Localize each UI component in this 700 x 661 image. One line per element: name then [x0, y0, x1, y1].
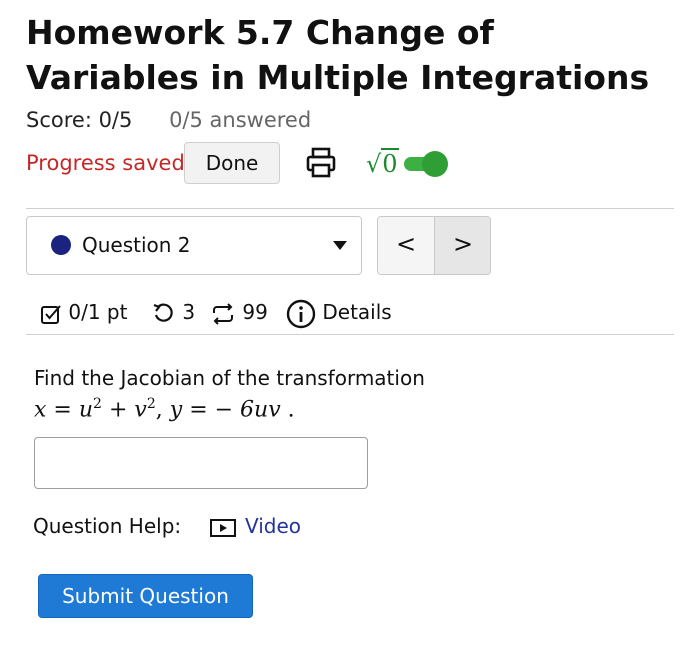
done-button[interactable]: Done [184, 142, 280, 184]
checkbox-edit-icon [40, 300, 68, 324]
details-button[interactable]: Details [286, 292, 392, 332]
answered-count: 0/5 answered [169, 108, 312, 132]
question-help: Question Help: Video [33, 514, 301, 538]
divider [26, 334, 674, 335]
info-icon [286, 299, 322, 328]
toggle-knob [422, 151, 448, 177]
next-question-button[interactable]: > [435, 217, 490, 274]
question-select[interactable]: Question 2 [26, 216, 362, 275]
progress-status: Progress saved [26, 151, 185, 175]
sqrt-icon: √0 [366, 148, 399, 178]
points-text: 0/1 pt [68, 300, 128, 324]
question-select-label: Question 2 [82, 233, 191, 257]
points-item: 0/1 pt [40, 292, 127, 332]
page-title: Homework 5.7 Change of Variables in Mult… [26, 13, 650, 97]
printer-icon[interactable] [304, 146, 338, 180]
divider [26, 208, 674, 209]
attempts-item: 99 [210, 292, 268, 332]
submit-question-button[interactable]: Submit Question [38, 574, 253, 618]
video-link[interactable]: Video [245, 514, 301, 538]
math-display-toggle[interactable]: √0 [366, 148, 456, 182]
transformation-equation: x = u2 + v2, y = − 6uv . [34, 396, 295, 423]
progress-toolbar: Progress saved Done √0 [26, 142, 466, 186]
answer-input[interactable] [34, 437, 368, 489]
score-row: Score: 0/5 0/5 answered [26, 108, 311, 132]
help-label: Question Help: [33, 514, 182, 538]
attempts-count: 99 [242, 300, 268, 324]
previous-question-button[interactable]: < [378, 217, 435, 274]
retries-item: 3 [152, 292, 195, 332]
repeat-icon [210, 300, 242, 325]
question-nav-group: < > [377, 216, 491, 275]
undo-icon [152, 300, 182, 324]
retries-count: 3 [182, 300, 196, 324]
question-prompt: Find the Jacobian of the transformation [34, 366, 425, 390]
details-label: Details [322, 300, 392, 324]
video-play-icon[interactable] [210, 517, 238, 544]
score-text: Score: 0/5 [26, 108, 133, 132]
question-status-dot [51, 235, 71, 255]
caret-down-icon [333, 241, 347, 250]
